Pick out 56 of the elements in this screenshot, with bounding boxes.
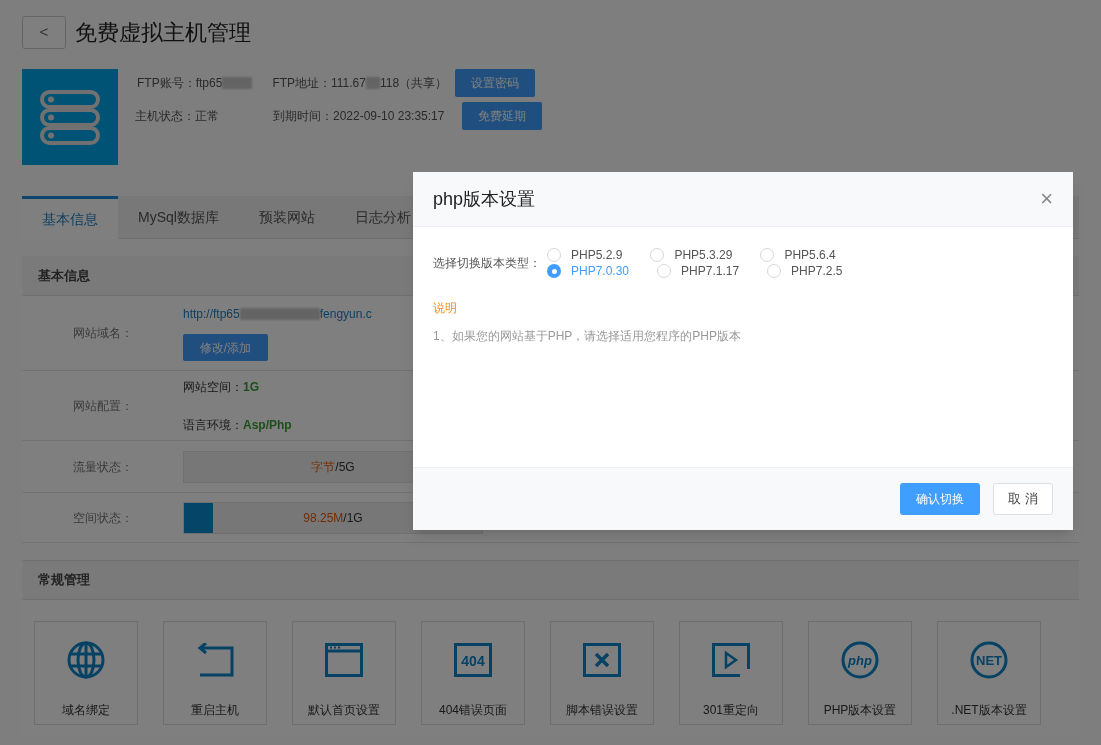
- page-title: 免费虚拟主机管理: [75, 19, 251, 47]
- redaction-mark: [222, 77, 253, 89]
- tab[interactable]: 基本信息: [22, 196, 118, 239]
- host-status-value: 正常: [195, 108, 219, 125]
- ftp-address-value: 111.67: [331, 75, 366, 92]
- play-box-icon: [712, 643, 750, 677]
- badge-circle-icon: NET: [970, 641, 1008, 679]
- management-tile[interactable]: 域名绑定: [34, 621, 138, 725]
- version-radio[interactable]: PHP7.1.17: [657, 263, 740, 279]
- version-radio[interactable]: PHP7.0.30: [547, 263, 630, 279]
- note-text: 1、如果您的网站基于PHP，请选择适用您程序的PHP版本: [433, 328, 743, 345]
- management-tile[interactable]: 重启主机: [163, 621, 267, 725]
- language-label: 语言环境：: [183, 416, 243, 434]
- site-url-link-end[interactable]: fengyun.c: [319, 305, 372, 323]
- ftp-account-value: ftp65: [195, 75, 223, 92]
- ftp-account-label: FTP账号：: [137, 75, 196, 92]
- row-label: 网站域名：: [71, 325, 134, 342]
- browser-window-icon: [325, 643, 363, 677]
- redaction-mark: [365, 77, 380, 89]
- note-title: 说明: [433, 300, 458, 317]
- version-label: 选择切换版本类型：: [433, 255, 541, 272]
- row-label: 流量状态：: [71, 458, 134, 476]
- tab[interactable]: 日志分析: [334, 196, 431, 239]
- server-logo-icon: [22, 69, 118, 165]
- close-button[interactable]: ×: [1040, 188, 1053, 210]
- management-tile[interactable]: 301重定向: [679, 621, 783, 725]
- dialog-title: php版本设置: [433, 187, 536, 211]
- globe-icon: [67, 641, 105, 679]
- expiry-value: 2022-09-10 23:35:17: [333, 108, 445, 125]
- cancel-button[interactable]: 取 消: [993, 483, 1053, 515]
- management-tile[interactable]: 默认首页设置: [292, 621, 396, 725]
- traffic-reading: 字节/5G: [311, 458, 355, 476]
- tab[interactable]: 预装网站: [238, 196, 335, 239]
- management-tile[interactable]: php PHP版本设置: [808, 621, 912, 725]
- return-arrow-icon: [196, 643, 234, 677]
- badge-circle-icon: php: [841, 641, 879, 679]
- management-tile[interactable]: NET .NET版本设置: [937, 621, 1041, 725]
- section-header: 常规管理: [22, 560, 1079, 600]
- expiry-label: 到期时间：: [273, 108, 333, 125]
- site-url-link[interactable]: http://ftp65: [183, 305, 240, 323]
- host-status-label: 主机状态：: [135, 108, 195, 125]
- language-value: Asp/Php: [243, 416, 292, 434]
- ftp-address-label: FTP地址：: [272, 75, 332, 92]
- disk-reading: 98.25M/1G: [303, 509, 363, 527]
- confirm-button[interactable]: 确认切换: [900, 483, 980, 515]
- management-tile[interactable]: 脚本错误设置: [550, 621, 654, 725]
- space-label: 网站空间：: [183, 378, 243, 396]
- management-tile[interactable]: 404 404错误页面: [421, 621, 525, 725]
- ftp-address-suffix: 118（共享）: [379, 75, 448, 92]
- page-code-icon: 404: [454, 643, 492, 677]
- x-box-icon: [583, 643, 621, 677]
- space-value: 1G: [243, 378, 259, 396]
- back-button[interactable]: <: [22, 16, 66, 49]
- tab[interactable]: MySql数据库: [118, 196, 239, 239]
- version-radio[interactable]: PHP7.2.5: [767, 263, 843, 279]
- row-label: 空间状态：: [71, 509, 134, 527]
